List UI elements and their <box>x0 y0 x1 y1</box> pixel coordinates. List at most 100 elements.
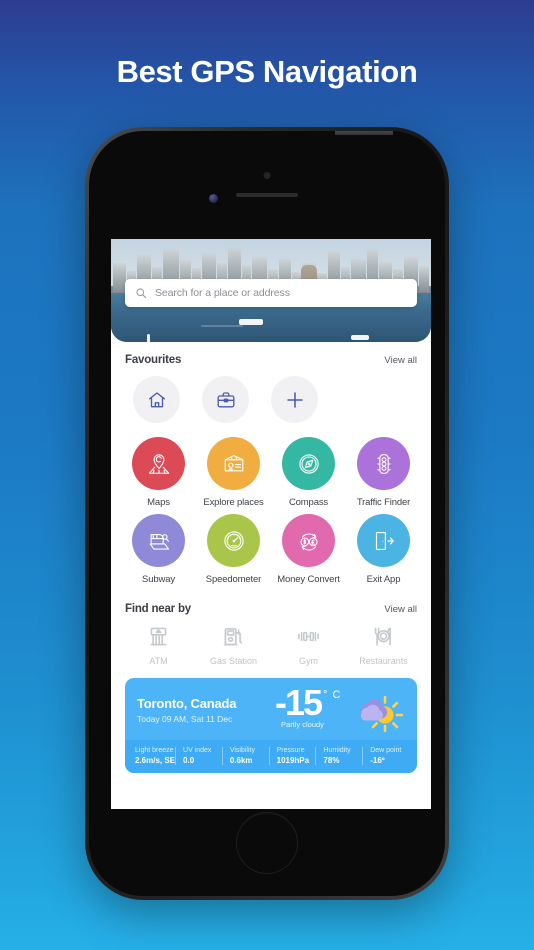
tile-label: Traffic Finder <box>356 497 411 508</box>
feature-tiles-row-2: Subway Speedometer Money Convert Exit Ap… <box>121 514 421 591</box>
dumbbell-icon <box>295 623 322 650</box>
search-input[interactable]: Search for a place or address <box>155 287 290 299</box>
app-screen: Search for a place or address Favourites… <box>111 239 431 809</box>
tile-exit-app-circle[interactable] <box>357 514 410 567</box>
tile-label: Compass <box>288 497 329 508</box>
feature-tiles: Maps Explore places Compass Traffic Find… <box>111 423 431 591</box>
favourite-add-button[interactable] <box>271 376 318 423</box>
subway-train-icon <box>145 527 173 555</box>
earpiece-speaker <box>236 193 298 197</box>
briefcase-icon <box>216 390 236 410</box>
restaurant-icon <box>370 623 397 650</box>
favourite-work-button[interactable] <box>202 376 249 423</box>
near-item-gas-station[interactable]: Gas Station <box>196 623 271 666</box>
package-pin-icon <box>220 450 248 478</box>
weather-stat-value: 0.6km <box>229 756 253 765</box>
find-near-by-view-all[interactable]: View all <box>384 604 417 615</box>
tile-maps-circle[interactable] <box>132 437 185 490</box>
weather-stat-value: 78% <box>323 756 340 765</box>
sailboat <box>147 334 150 342</box>
favourites-view-all[interactable]: View all <box>384 355 417 366</box>
weather-stat-value: -16º <box>370 756 385 765</box>
near-item-atm[interactable]: ATM <box>121 623 196 666</box>
weather-stat-value: 2.6m/s, SE <box>135 756 176 765</box>
atm-icon <box>145 623 172 650</box>
yacht-boat <box>351 335 369 340</box>
favourite-home-button[interactable] <box>133 376 180 423</box>
tile-label: Maps <box>147 497 170 508</box>
tile-label: Subway <box>142 574 175 585</box>
tile-explore-places-circle[interactable] <box>207 437 260 490</box>
weather-stat-value: 1019hPa <box>276 756 310 765</box>
favourites-header: Favourites View all <box>111 342 431 366</box>
weather-temperature: -15 <box>275 682 323 723</box>
weather-stats: Light breeze 2.6m/s, SE UV index 0.0 Vis… <box>125 740 417 773</box>
weather-stat: UV index 0.0 <box>175 747 222 765</box>
map-pin-road-icon <box>145 450 173 478</box>
weather-stat-value: 0.0 <box>183 756 195 765</box>
tile-label: Explore places <box>203 497 264 508</box>
near-item-label: Restaurants <box>359 656 408 666</box>
weather-stat-key: Light breeze <box>135 747 174 754</box>
near-item-restaurants[interactable]: Restaurants <box>346 623 421 666</box>
search-icon <box>135 287 147 299</box>
weather-stat: Light breeze 2.6m/s, SE <box>135 747 175 765</box>
weather-temperature-group: -15 ° C <box>275 682 342 723</box>
weather-stat-key: Pressure <box>276 747 305 754</box>
search-bar[interactable]: Search for a place or address <box>125 279 417 307</box>
tile-subway[interactable]: Subway <box>121 514 196 591</box>
tile-speedometer[interactable]: Speedometer <box>196 514 271 591</box>
near-item-label: ATM <box>149 656 168 666</box>
tile-money-convert[interactable]: Money Convert <box>271 514 346 591</box>
power-button[interactable] <box>335 131 393 135</box>
phone-body: Search for a place or address Favourites… <box>89 131 445 896</box>
front-camera-icon <box>209 194 218 203</box>
find-near-by-title: Find near by <box>125 603 191 615</box>
tile-traffic-finder[interactable]: Traffic Finder <box>346 437 421 514</box>
traffic-light-icon <box>370 450 398 478</box>
weather-summary: Toronto, Canada Today 09 AM, Sat 11 Dec … <box>125 678 417 740</box>
weather-condition: Partly cloudy <box>281 720 324 729</box>
tile-label: Speedometer <box>205 574 262 585</box>
near-item-gym[interactable]: Gym <box>271 623 346 666</box>
tile-label: Money Convert <box>277 574 340 585</box>
tile-traffic-finder-circle[interactable] <box>357 437 410 490</box>
plus-icon <box>284 389 306 411</box>
tile-maps[interactable]: Maps <box>121 437 196 514</box>
weather-stat: Visibility 0.6km <box>221 747 269 765</box>
home-icon <box>147 390 167 410</box>
boat-wake <box>201 325 243 327</box>
phone-mockup: Search for a place or address Favourites… <box>85 127 449 900</box>
gas-pump-icon <box>220 623 247 650</box>
tile-subway-circle[interactable] <box>132 514 185 567</box>
find-near-by-row: ATM Gas Station Gym Restaurants <box>111 615 431 666</box>
favourites-row <box>111 366 431 423</box>
currency-exchange-icon <box>295 527 323 555</box>
favourites-title: Favourites <box>125 354 182 366</box>
find-near-by-header: Find near by View all <box>111 591 431 615</box>
weather-stat: Dew point -16º <box>362 747 409 765</box>
exit-door-icon <box>370 527 398 555</box>
tile-compass-circle[interactable] <box>282 437 335 490</box>
ferry-boat <box>239 319 263 325</box>
tile-money-convert-circle[interactable] <box>282 514 335 567</box>
home-button[interactable] <box>236 812 298 874</box>
sun-behind-cloud-icon <box>351 688 403 732</box>
tile-exit-app[interactable]: Exit App <box>346 514 421 591</box>
speedometer-icon <box>220 527 248 555</box>
tile-compass[interactable]: Compass <box>271 437 346 514</box>
weather-unit: ° C <box>323 689 342 701</box>
feature-tiles-row-1: Maps Explore places Compass Traffic Find… <box>121 437 421 514</box>
proximity-sensor-icon <box>263 172 271 179</box>
weather-card[interactable]: Toronto, Canada Today 09 AM, Sat 11 Dec … <box>125 678 417 773</box>
tile-explore-places[interactable]: Explore places <box>196 437 271 514</box>
tile-label: Exit App <box>366 574 401 585</box>
compass-icon <box>295 450 323 478</box>
weather-stat: Pressure 1019hPa <box>268 747 316 765</box>
weather-stat-key: UV index <box>183 747 212 754</box>
weather-stat-key: Visibility <box>229 747 255 754</box>
near-item-label: Gym <box>299 656 318 666</box>
tile-speedometer-circle[interactable] <box>207 514 260 567</box>
weather-city: Toronto, Canada <box>137 696 237 711</box>
page-title: Best GPS Navigation <box>116 54 418 89</box>
